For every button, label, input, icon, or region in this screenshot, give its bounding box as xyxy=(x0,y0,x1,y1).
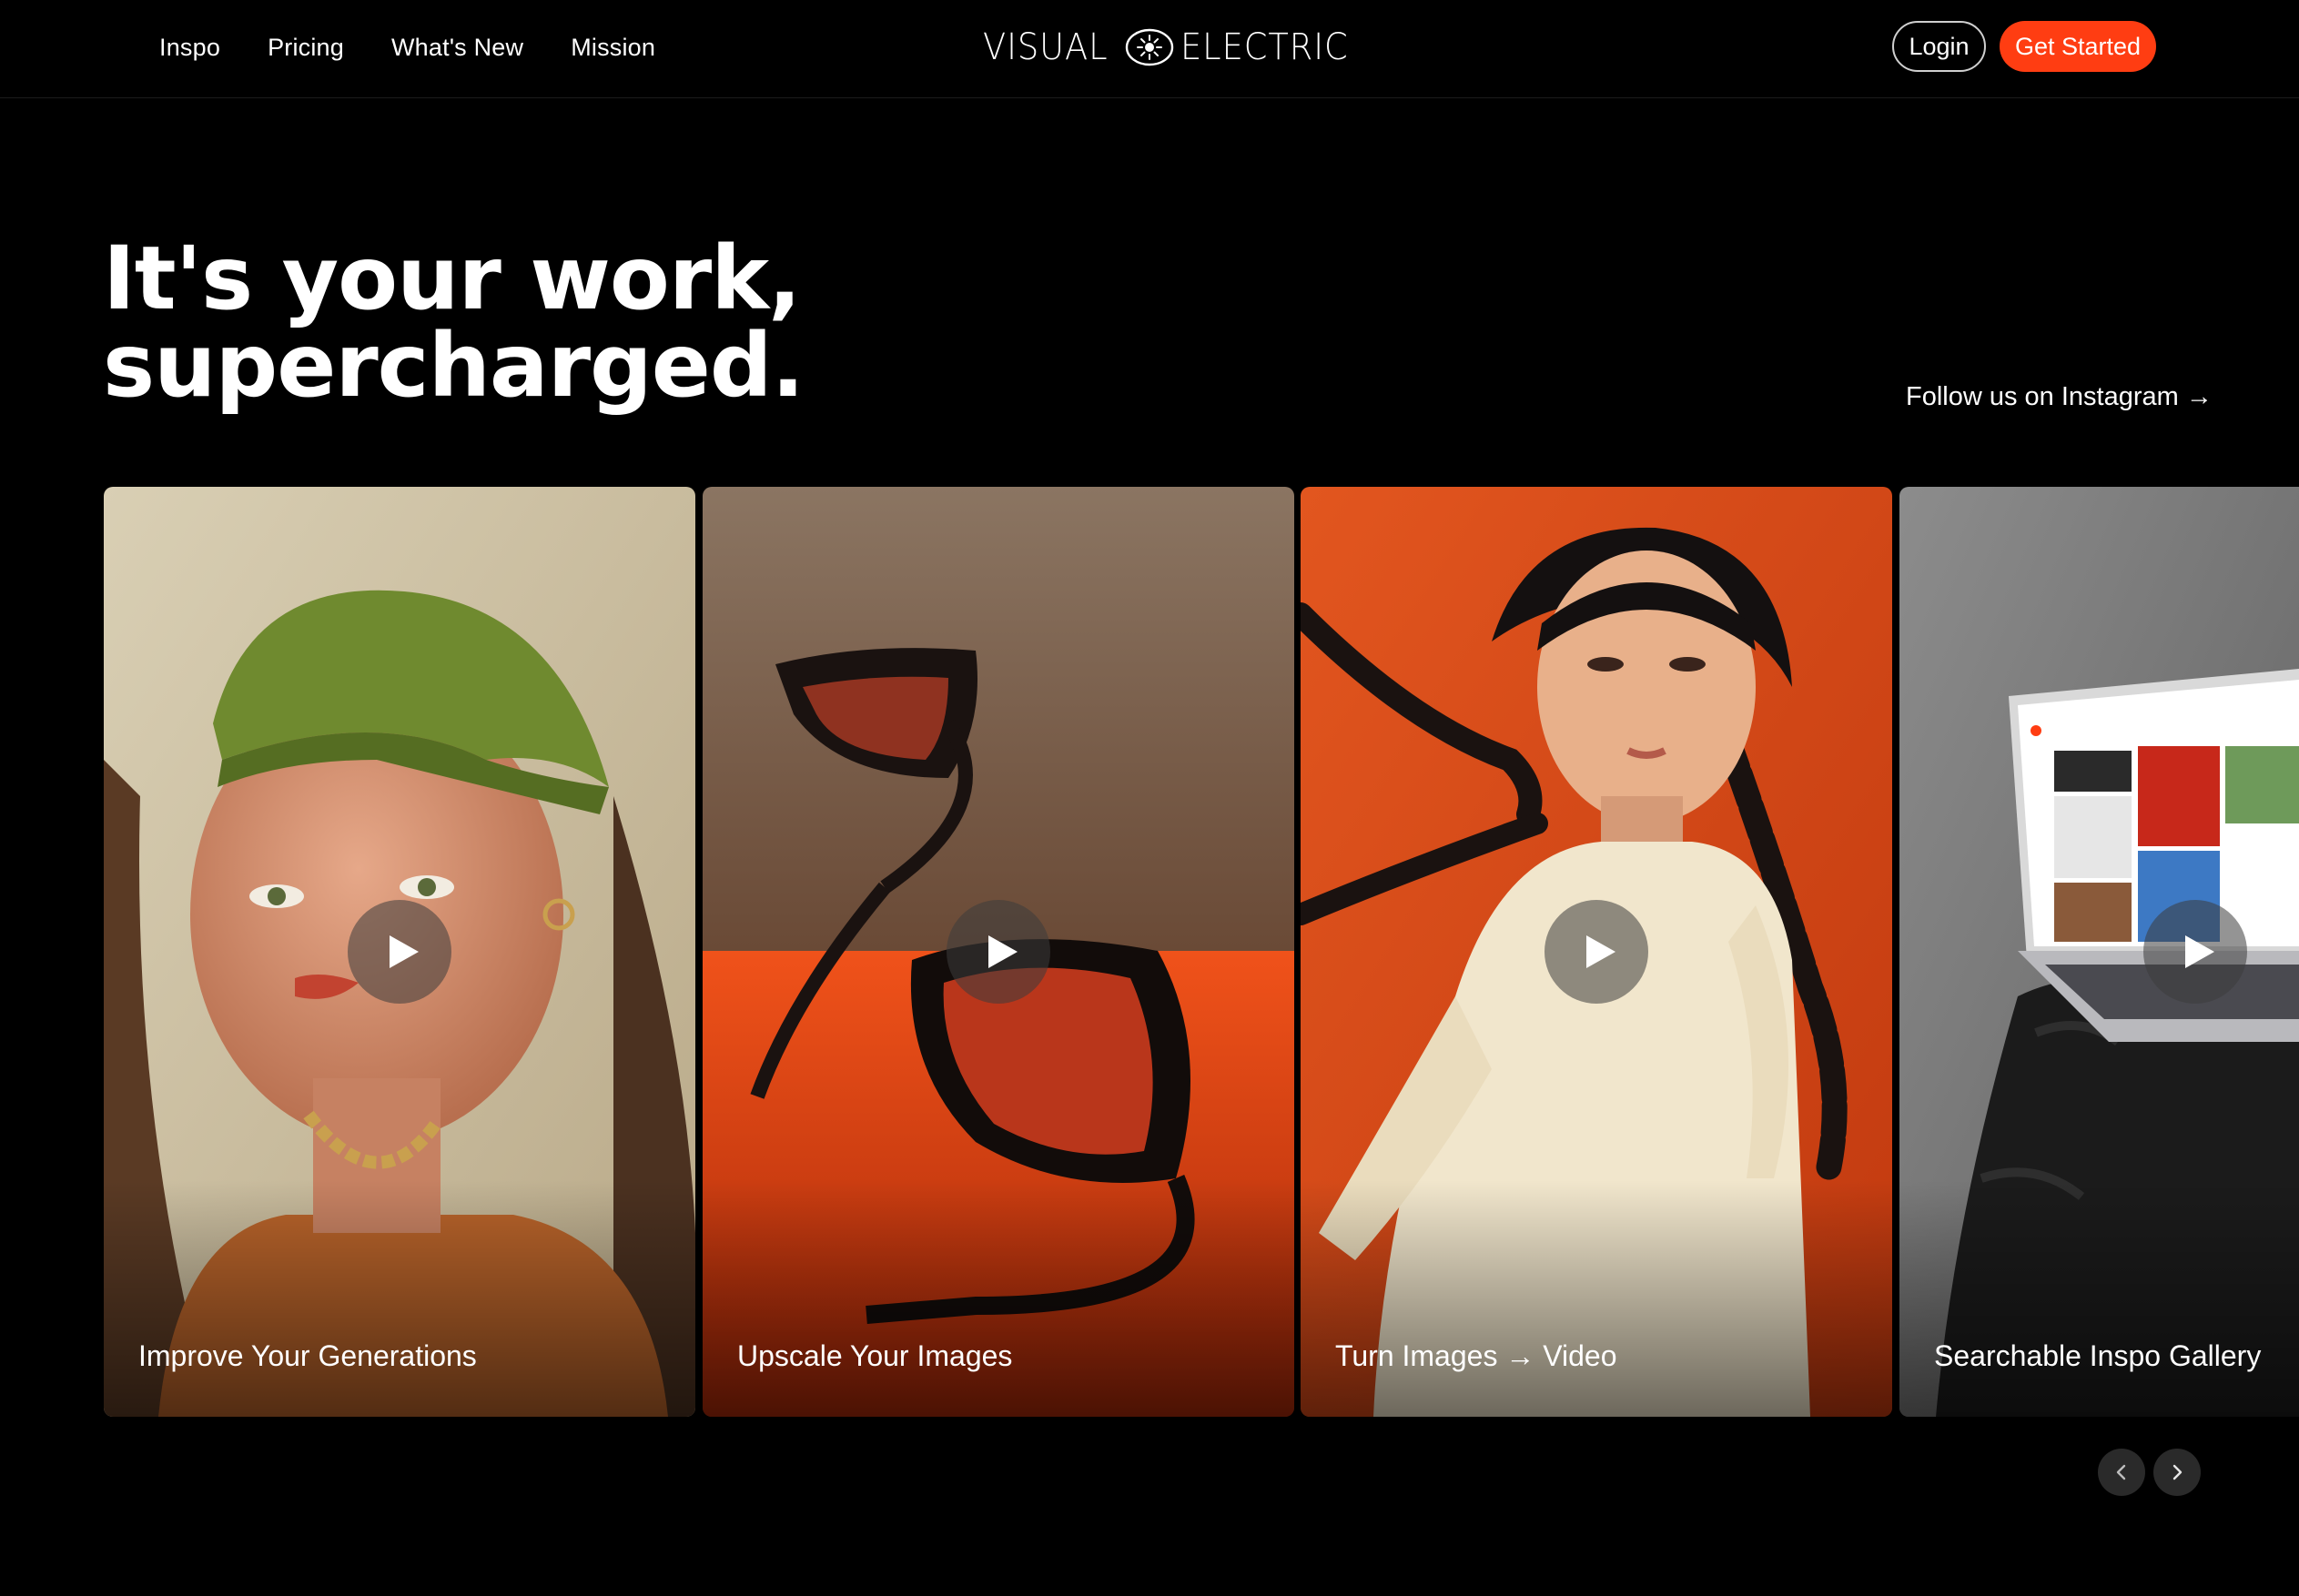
top-navigation: Inspo Pricing What's New Mission VISUAL … xyxy=(0,0,2299,98)
hero-title-line-1: It's your work, xyxy=(103,227,802,329)
sun-icon xyxy=(1126,28,1174,66)
card-label: Improve Your Generations xyxy=(138,1339,477,1372)
nav-links: Inspo Pricing What's New Mission xyxy=(159,0,655,95)
nav-link-inspo[interactable]: Inspo xyxy=(159,34,220,62)
get-started-button[interactable]: Get Started xyxy=(2000,21,2156,72)
nav-link-pricing[interactable]: Pricing xyxy=(268,34,344,62)
logo-text-left: VISUAL xyxy=(983,26,1109,68)
play-icon xyxy=(390,935,419,968)
play-button[interactable] xyxy=(348,900,451,1004)
card-gradient xyxy=(1301,1180,1892,1417)
play-button[interactable] xyxy=(1544,900,1648,1004)
feature-card-inspo-gallery[interactable]: Searchable Inspo Gallery xyxy=(1899,487,2299,1417)
nav-link-whats-new[interactable]: What's New xyxy=(391,34,523,62)
card-label: Upscale Your Images xyxy=(737,1339,1013,1372)
card-gradient xyxy=(1899,1180,2299,1417)
play-icon xyxy=(1586,935,1615,968)
play-icon xyxy=(988,935,1018,968)
card-label: Turn Images → Video xyxy=(1335,1339,1617,1372)
chevron-left-icon xyxy=(2116,1464,2126,1480)
feature-card-images-to-video[interactable]: Turn Images → Video xyxy=(1301,487,1892,1417)
logo-text-right: ELECTRIC xyxy=(1180,26,1350,68)
brand-logo[interactable]: VISUAL ELECTRIC xyxy=(983,24,1363,71)
card-gradient xyxy=(703,1180,1294,1417)
feature-card-improve-generations[interactable]: Improve Your Generations xyxy=(104,487,695,1417)
carousel-prev-button[interactable] xyxy=(2098,1449,2145,1496)
instagram-link[interactable]: Follow us on Instagram → xyxy=(1906,382,2213,412)
card-gradient xyxy=(104,1180,695,1417)
carousel-next-button[interactable] xyxy=(2153,1449,2201,1496)
chevron-right-icon xyxy=(2172,1464,2183,1480)
nav-link-mission[interactable]: Mission xyxy=(571,34,655,62)
hero-title-line-2: supercharged. xyxy=(103,315,805,417)
play-icon xyxy=(2185,935,2214,968)
card-label: Searchable Inspo Gallery xyxy=(1934,1339,2262,1372)
play-button[interactable] xyxy=(2143,900,2247,1004)
play-button[interactable] xyxy=(947,900,1050,1004)
feature-card-upscale-images[interactable]: Upscale Your Images xyxy=(703,487,1294,1417)
login-button[interactable]: Login xyxy=(1892,21,1986,72)
hero-title: It's your work, supercharged. xyxy=(103,227,805,417)
